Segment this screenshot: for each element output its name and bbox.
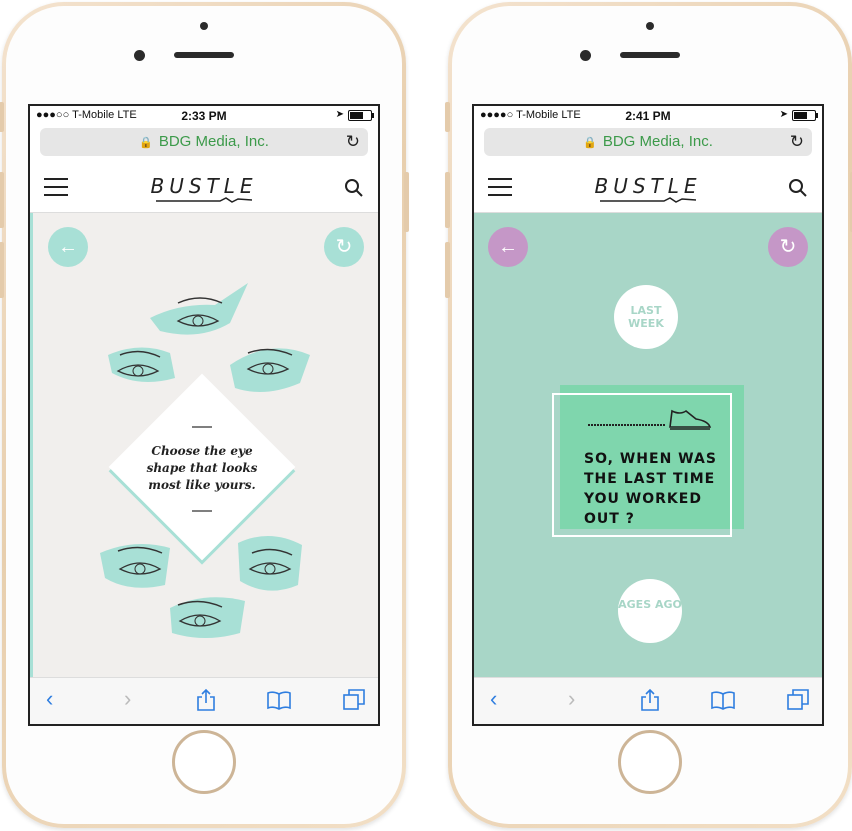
back-button[interactable]: ← <box>488 227 528 267</box>
logo-underline <box>600 197 696 203</box>
bustle-logo[interactable]: BUSTLE <box>474 174 822 198</box>
status-time: 2:41 PM <box>625 109 671 123</box>
answer-ages-ago[interactable]: AGES AGO <box>618 579 682 643</box>
left-screen: ●●●○○ T-Mobile LTE 2:33 PM ➤ 🔒 BDG Media,… <box>28 104 380 726</box>
search-icon[interactable] <box>344 178 364 198</box>
volume-down-button <box>445 242 450 298</box>
safari-toolbar: ‹ › <box>30 677 378 724</box>
restart-button[interactable]: ↻ <box>768 227 808 267</box>
arrow-left-icon: ← <box>498 236 518 258</box>
bustle-logo[interactable]: BUSTLE <box>30 174 378 198</box>
eye-option-4[interactable] <box>100 544 170 588</box>
front-camera <box>580 50 591 61</box>
prompt-text: Choose the eye shape that looks most lik… <box>146 444 258 492</box>
url-text: BDG Media, Inc. <box>602 133 713 150</box>
url-bar[interactable]: 🔒 BDG Media, Inc. ↻ <box>40 128 368 156</box>
reload-icon[interactable]: ↻ <box>346 128 360 156</box>
eye-option-3[interactable] <box>230 348 310 392</box>
lock-icon: 🔒 <box>139 137 153 149</box>
eye-option-6[interactable] <box>170 597 245 638</box>
status-bar: ●●●●○ T-Mobile LTE 2:41 PM ➤ <box>474 106 822 124</box>
earpiece-speaker <box>620 52 680 58</box>
question-text: SO, WHEN WAS THE LAST TIME YOU WORKED OU… <box>584 451 717 527</box>
site-header: BUSTLE <box>474 164 822 213</box>
quiz-area: ← ↻ Choose the eye shape that looks most… <box>30 213 378 678</box>
home-button[interactable] <box>172 730 236 794</box>
left-phone: ●●●○○ T-Mobile LTE 2:33 PM ➤ 🔒 BDG Media,… <box>0 2 409 828</box>
browser-back-button[interactable]: ‹ <box>490 686 497 712</box>
volume-up-button <box>445 172 450 228</box>
power-button <box>404 172 409 232</box>
eye-option-2[interactable] <box>108 347 175 382</box>
tabs-icon[interactable] <box>786 688 810 712</box>
location-icon: ➤ <box>335 109 344 120</box>
site-header: BUSTLE <box>30 164 378 213</box>
status-time: 2:33 PM <box>181 109 227 123</box>
search-icon[interactable] <box>788 178 808 198</box>
answer-last-week-label: LAST WEEK <box>628 304 664 330</box>
answer-last-week[interactable]: LAST WEEK <box>614 285 678 349</box>
eye-option-1[interactable] <box>150 283 248 335</box>
front-camera <box>134 50 145 61</box>
battery-icon <box>348 110 374 121</box>
mute-switch <box>0 102 4 132</box>
status-bar: ●●●○○ T-Mobile LTE 2:33 PM ➤ <box>30 106 378 124</box>
volume-down-button <box>0 242 4 298</box>
proximity-sensor <box>646 22 654 30</box>
browser-back-button[interactable]: ‹ <box>46 686 53 712</box>
earpiece-speaker <box>174 52 234 58</box>
lock-icon: 🔒 <box>583 137 597 149</box>
restart-icon: ↻ <box>779 236 797 258</box>
safari-toolbar: ‹ › <box>474 677 822 724</box>
reload-icon[interactable]: ↻ <box>790 128 804 156</box>
share-icon[interactable] <box>640 688 660 712</box>
url-bar[interactable]: 🔒 BDG Media, Inc. ↻ <box>484 128 812 156</box>
tabs-icon[interactable] <box>342 688 366 712</box>
proximity-sensor <box>200 22 208 30</box>
share-icon[interactable] <box>196 688 216 712</box>
right-screen: ●●●●○ T-Mobile LTE 2:41 PM ➤ 🔒 BDG Media,… <box>472 104 824 726</box>
mute-switch <box>445 102 450 132</box>
answer-ages-ago-label: AGES AGO <box>618 598 682 611</box>
sneaker-icon <box>588 409 712 430</box>
url-text: BDG Media, Inc. <box>158 133 269 150</box>
browser-forward-button[interactable]: › <box>124 686 131 712</box>
quiz-area: ← ↻ LAST WEEK SO, WHEN WAS THE LAST TIME… <box>474 213 822 678</box>
book-icon[interactable] <box>710 690 736 710</box>
browser-forward-button[interactable]: › <box>568 686 575 712</box>
eye-option-5[interactable] <box>238 535 302 591</box>
book-icon[interactable] <box>266 690 292 710</box>
right-phone: ●●●●○ T-Mobile LTE 2:41 PM ➤ 🔒 BDG Media,… <box>445 2 852 828</box>
volume-up-button <box>0 172 4 228</box>
home-button[interactable] <box>618 730 682 794</box>
battery-icon <box>792 110 818 121</box>
location-icon: ➤ <box>779 109 788 120</box>
logo-underline <box>156 197 252 203</box>
